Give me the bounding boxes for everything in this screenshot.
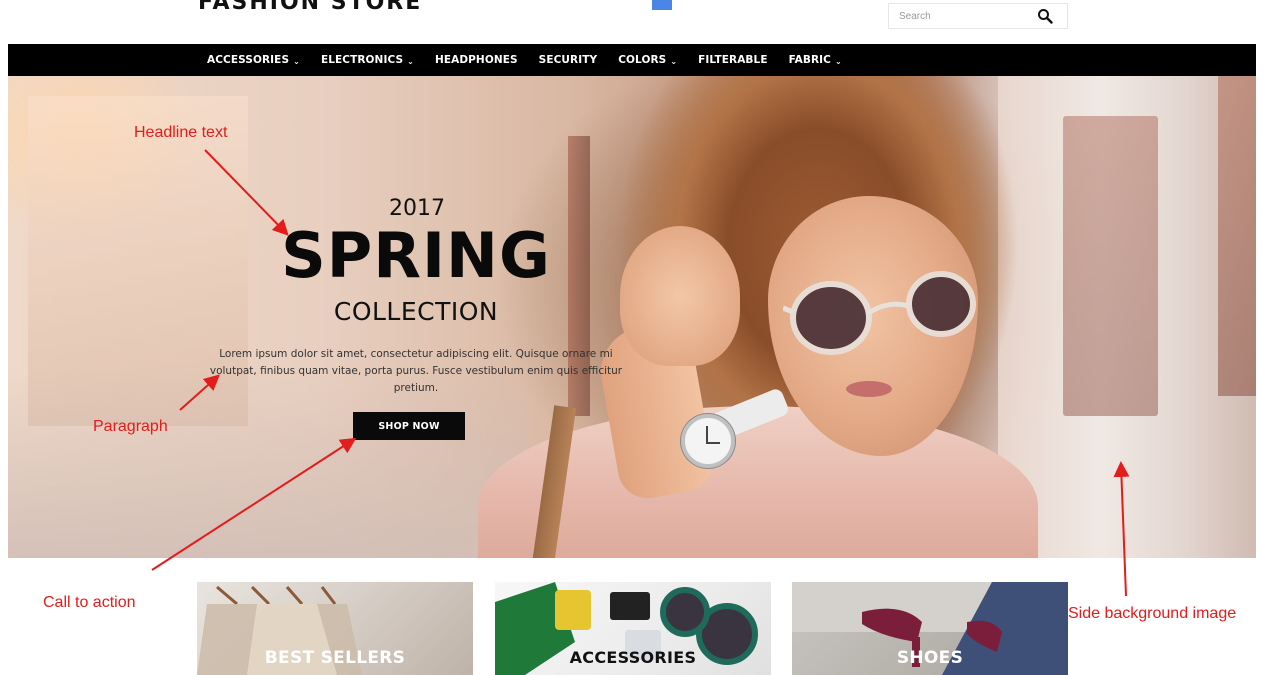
shop-now-button[interactable]: SHOP NOW	[353, 412, 465, 440]
nav-item-filterable[interactable]: FILTERABLE	[698, 44, 767, 76]
category-tile-best-sellers[interactable]: BEST SELLERS	[197, 582, 473, 675]
nav-item-label: ACCESSORIES	[207, 54, 290, 66]
watch-image	[681, 414, 735, 468]
chevron-down-icon: ⌄	[835, 56, 842, 66]
nav-item-label: FILTERABLE	[698, 54, 768, 66]
tile-label: SHOES	[896, 648, 964, 668]
annotation-side-background: Side background image	[1068, 605, 1237, 622]
hero-paragraph: Lorem ipsum dolor sit amet, consectetur …	[209, 348, 623, 394]
tile-label: ACCESSORIES	[569, 648, 697, 667]
sunglasses-image	[783, 271, 976, 355]
annotation-cta: Call to action	[43, 594, 136, 611]
nav-item-electronics[interactable]: ELECTRONICS ⌄	[321, 44, 414, 76]
model-lips	[846, 381, 892, 397]
nav-item-accessories[interactable]: ACCESSORIES ⌄	[207, 44, 300, 76]
chevron-down-icon: ⌄	[293, 56, 300, 66]
model-hand	[620, 226, 740, 366]
search-icon[interactable]	[1037, 8, 1053, 24]
annotation-paragraph: Paragraph	[93, 418, 168, 435]
tile-label: BEST SELLERS	[264, 648, 406, 668]
nav-item-security[interactable]: SECURITY	[539, 44, 598, 76]
hero-banner: 2017 SPRING COLLECTION Lorem ipsum dolor…	[8, 76, 1256, 558]
watch-hand	[706, 442, 720, 444]
nav-item-label: HEADPHONES	[434, 54, 518, 66]
site-logo[interactable]: FASHION STORE	[198, 0, 430, 14]
search-input[interactable]	[889, 4, 1029, 28]
hero-headline: SPRING	[281, 219, 551, 292]
category-tile-accessories[interactable]: ACCESSORIES	[495, 582, 771, 675]
hero-year: 2017	[389, 196, 445, 221]
chevron-down-icon: ⌄	[670, 56, 678, 66]
hero-bg-window	[1218, 76, 1256, 396]
search-box	[888, 3, 1068, 29]
nav-item-colors[interactable]: COLORS ⌄	[618, 44, 677, 76]
nav-item-label: ELECTRONICS	[320, 54, 404, 66]
chevron-down-icon: ⌄	[407, 56, 414, 66]
nav-item-label: FABRIC	[788, 54, 831, 66]
annotation-headline: Headline text	[134, 124, 228, 141]
nav-item-fabric[interactable]: FABRIC ⌄	[789, 44, 842, 76]
nav-item-label: SECURITY	[538, 54, 598, 66]
hero-bg-window	[1063, 116, 1158, 416]
nav-list: ACCESSORIES ⌄ ELECTRONICS ⌄ HEADPHONES S…	[207, 44, 863, 76]
main-nav: ACCESSORIES ⌄ ELECTRONICS ⌄ HEADPHONES S…	[8, 44, 1256, 76]
category-tile-shoes[interactable]: SHOES	[792, 582, 1068, 675]
nav-item-headphones[interactable]: HEADPHONES	[435, 44, 518, 76]
nav-item-label: COLORS	[618, 54, 667, 66]
hero-subtitle: COLLECTION	[333, 297, 499, 326]
top-bar-icon[interactable]	[652, 0, 672, 10]
